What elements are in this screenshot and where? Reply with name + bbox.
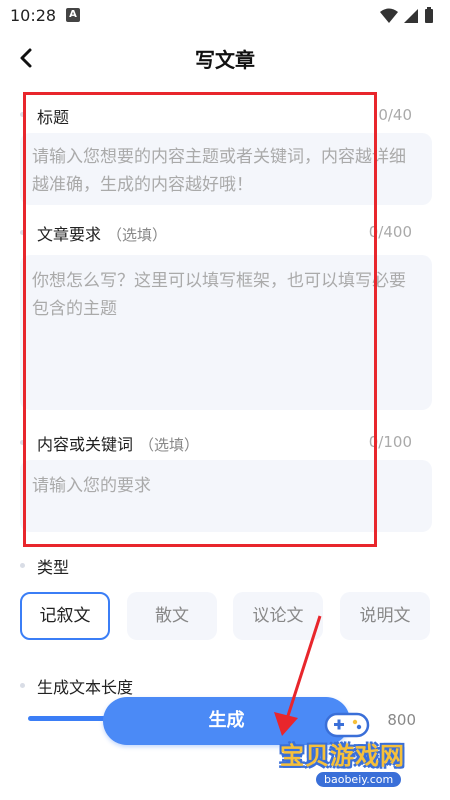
- app-header: 写文章: [0, 36, 450, 80]
- keywords-label: 内容或关键词 （选填）: [37, 435, 200, 454]
- requirements-counter: 0/400: [368, 223, 412, 241]
- bullet-dot: [20, 683, 25, 688]
- bullet-dot: [20, 563, 25, 568]
- title-input[interactable]: [20, 133, 432, 205]
- notification-icon: A: [66, 8, 80, 22]
- type-label: 类型: [37, 558, 70, 577]
- page-title: 写文章: [195, 48, 255, 72]
- keywords-input[interactable]: [20, 460, 432, 532]
- battery-icon: [425, 7, 433, 23]
- requirements-input[interactable]: [20, 255, 432, 410]
- bullet-dot: [20, 230, 25, 235]
- watermark-logo: 宝贝游戏网 baobeiy.com: [276, 706, 446, 796]
- type-option-prose[interactable]: 散文: [127, 592, 217, 640]
- requirements-label: 文章要求 （选填）: [37, 225, 168, 244]
- title-counter: 0/40: [378, 106, 412, 124]
- length-label: 生成文本长度: [37, 678, 134, 697]
- status-bar: 10:28 A: [0, 0, 450, 32]
- signal-icon: [404, 9, 418, 23]
- status-time: 10:28: [10, 6, 57, 25]
- wifi-icon: [380, 8, 398, 23]
- type-option-narrative[interactable]: 记叙文: [20, 592, 110, 640]
- bullet-dot: [20, 112, 25, 117]
- title-label: 标题: [37, 108, 70, 127]
- bullet-dot: [20, 440, 25, 445]
- keywords-counter: 0/100: [368, 433, 412, 451]
- status-icons: [378, 7, 438, 29]
- type-option-expository[interactable]: 说明文: [340, 592, 430, 640]
- type-options: 记叙文 散文 议论文 说明文: [20, 592, 432, 642]
